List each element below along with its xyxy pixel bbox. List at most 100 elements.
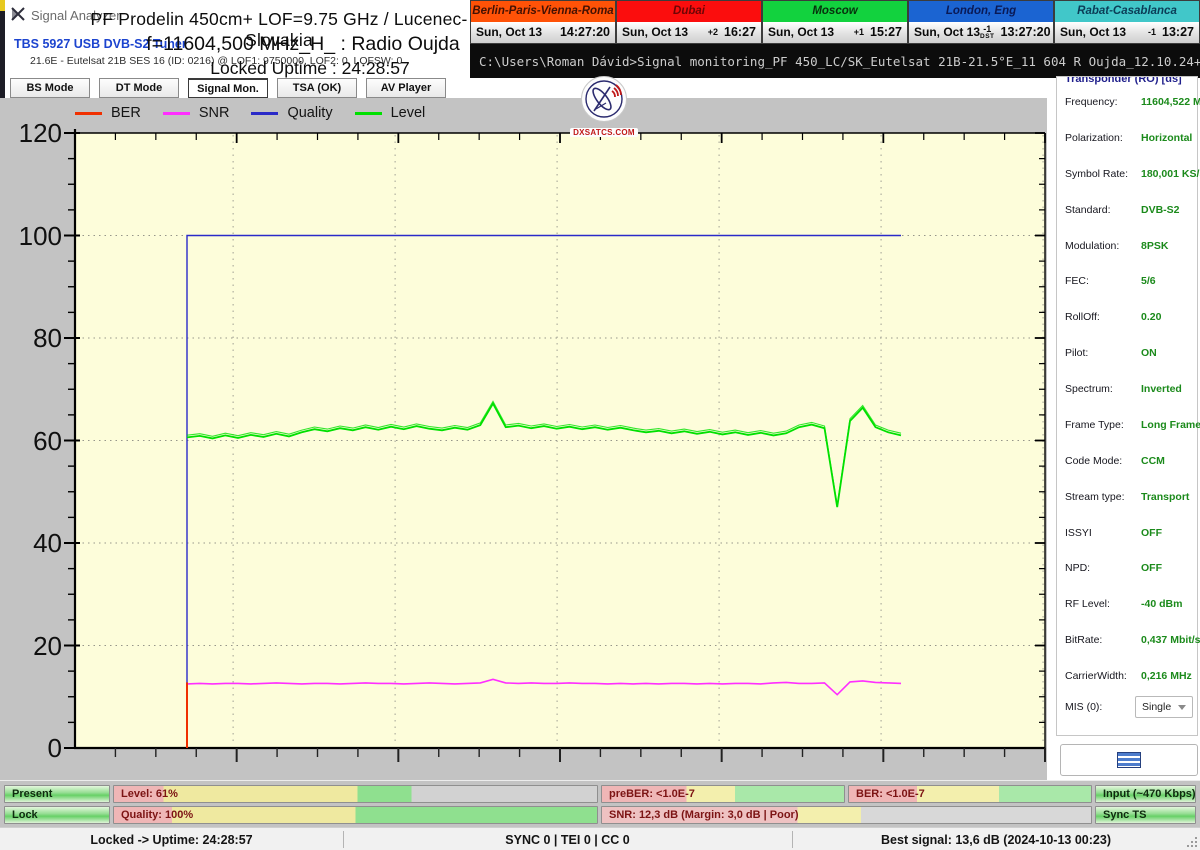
preber-bar: preBER: <1.0E-7: [601, 785, 845, 803]
tab-button[interactable]: TSA (OK): [277, 78, 357, 98]
chart-surface: BER SNR Quality Level 120100806040200: [0, 98, 1047, 780]
clock-time-row: Sun, Oct 13 -1 13:27: [1055, 22, 1199, 43]
clock-panel: Dubai Sun, Oct 13 +2 16:27: [616, 0, 762, 44]
status-divider: [343, 831, 344, 848]
transponder-row-label: RollOff:: [1065, 311, 1141, 323]
clock-time-row: Sun, Oct 13 +2 16:27: [617, 22, 761, 43]
clock-time: 13:27: [1162, 25, 1194, 39]
transponder-row-label: Modulation:: [1065, 240, 1141, 252]
transponder-row: Stream type: Transport: [1065, 491, 1193, 503]
clock-time-row: Sun, Oct 13 -1DST 13:27:20: [909, 22, 1053, 43]
transponder-row: Symbol Rate: 180,001 KS/s: [1065, 168, 1193, 180]
signal-analyzer-window: Signal Analyzer PF Prodelin 450cm+ LOF=9…: [0, 0, 1200, 850]
y-axis-label: 0: [2, 733, 62, 763]
transponder-row-label: Polarization:: [1065, 132, 1141, 144]
transponder-row: Frequency: 11604,522 MHz: [1065, 96, 1193, 108]
clock-city-label: Moscow: [763, 1, 907, 22]
status-bar: Locked -> Uptime: 24:28:57 SYNC 0 | TEI …: [0, 827, 1200, 850]
clock-date: Sun, Oct 13: [768, 25, 834, 39]
transponder-row: RollOff: 0.20: [1065, 311, 1193, 323]
legend-item: Level: [355, 105, 426, 121]
clock-panel: London, Eng Sun, Oct 13 -1DST 13:27:20: [908, 0, 1054, 44]
transponder-row-label: BitRate:: [1065, 634, 1141, 646]
transponder-row-value: Inverted: [1141, 383, 1193, 395]
transponder-row-label: CarrierWidth:: [1065, 670, 1141, 682]
transponder-row-value: ON: [1141, 347, 1193, 359]
resize-grip[interactable]: [1187, 837, 1197, 847]
lock-badge: Lock: [4, 806, 110, 824]
dxsatcs-logo-icon: [581, 76, 627, 122]
present-badge: Present: [4, 785, 110, 803]
transponder-panel-title: Transponder (RO) [ds]: [1065, 77, 1197, 88]
transponder-row-value: 0,437 Mbit/s: [1141, 634, 1200, 646]
clock-time-row: Sun, Oct 13 14:27:20: [471, 22, 615, 43]
transponder-row-label: Code Mode:: [1065, 455, 1141, 467]
y-axis-label: 60: [2, 426, 62, 456]
transponder-row-value: 8PSK: [1141, 240, 1193, 252]
transponder-row-value: DVB-S2: [1141, 204, 1193, 216]
mis-dropdown-value: Single: [1142, 701, 1171, 713]
signal-chart: [0, 98, 1047, 780]
legend-color-swatch: [251, 112, 278, 115]
transponder-row-label: FEC:: [1065, 275, 1141, 287]
transponder-row-value: Transport: [1141, 491, 1193, 503]
transponder-row: Modulation: 8PSK: [1065, 240, 1193, 252]
clock-utc-offset: +2: [708, 28, 718, 37]
status-uptime: Locked -> Uptime: 24:28:57: [0, 828, 343, 850]
mis-label: MIS (0):: [1065, 701, 1135, 713]
clock-city-label: Dubai: [617, 1, 761, 22]
transport-list-button[interactable]: [1060, 744, 1198, 776]
transponder-row-value: OFF: [1141, 562, 1193, 574]
mis-dropdown[interactable]: Single: [1135, 696, 1193, 718]
transponder-row-label: ISSYI: [1065, 527, 1141, 539]
transponder-row-value: CCM: [1141, 455, 1193, 467]
legend-item: Quality: [251, 105, 332, 121]
legend-label: SNR: [199, 105, 230, 121]
transponder-row-value: 180,001 KS/s: [1141, 168, 1200, 180]
clock-utc-offset: +1: [854, 28, 864, 37]
transponder-row: Frame Type: Long Frame: [1065, 419, 1193, 431]
ber-bar: BER: <1.0E-7: [848, 785, 1092, 803]
tab-button[interactable]: AV Player: [366, 78, 446, 98]
transponder-row-value: 0,216 MHz: [1141, 670, 1193, 682]
y-axis-label: 120: [2, 118, 62, 148]
tab-button[interactable]: BS Mode: [10, 78, 90, 98]
clock-panel: Rabat-Casablanca Sun, Oct 13 -1 13:27: [1054, 0, 1200, 44]
clock-time: 15:27: [870, 25, 902, 39]
snr-bar: SNR: 12,3 dB (Margin: 3,0 dB | Poor): [601, 806, 1092, 824]
legend-item: SNR: [163, 105, 230, 121]
clock-time-row: Sun, Oct 13 +1 15:27: [763, 22, 907, 43]
world-clocks: Berlin-Paris-Vienna-Roma Sun, Oct 13 14:…: [470, 0, 1200, 44]
transponder-row-label: NPD:: [1065, 562, 1141, 574]
clock-time: 14:27:20: [560, 25, 610, 39]
transponder-row: CarrierWidth: 0,216 MHz: [1065, 670, 1193, 682]
transponder-row-value: -40 dBm: [1141, 598, 1193, 610]
transponder-row: RF Level: -40 dBm: [1065, 598, 1193, 610]
transponder-row-value: Horizontal: [1141, 132, 1193, 144]
transponder-row: Pilot: ON: [1065, 347, 1193, 359]
status-best-signal: Best signal: 13,6 dB (2024-10-13 00:23): [792, 828, 1200, 850]
legend-label: BER: [111, 105, 141, 121]
transponder-row-label: Frame Type:: [1065, 419, 1141, 431]
dxsatcs-logo: DXSATCS.COM: [560, 76, 648, 140]
transponder-row-label: RF Level:: [1065, 598, 1141, 610]
chart-legend: BER SNR Quality Level: [75, 105, 447, 121]
input-badge: Input (~470 Kbps): [1095, 785, 1196, 803]
status-sync-counts: SYNC 0 | TEI 0 | CC 0: [343, 828, 792, 850]
clock-city-label: Berlin-Paris-Vienna-Roma: [471, 1, 615, 22]
chevron-down-icon: [1178, 705, 1186, 710]
legend-color-swatch: [355, 112, 382, 115]
status-divider: [792, 831, 793, 848]
transponder-row-value: 11604,522 MHz: [1141, 96, 1200, 108]
clock-date: Sun, Oct 13: [476, 25, 542, 39]
tab-button[interactable]: Signal Mon.: [188, 78, 268, 98]
transponder-row: Standard: DVB-S2: [1065, 204, 1193, 216]
transponder-row-label: Frequency:: [1065, 96, 1141, 108]
transponder-row: Spectrum: Inverted: [1065, 383, 1193, 395]
clock-time: 16:27: [724, 25, 756, 39]
level-bar: Level: 61%: [113, 785, 598, 803]
clock-date: Sun, Oct 13: [622, 25, 688, 39]
app-icon: [10, 6, 26, 22]
tab-button[interactable]: DT Mode: [99, 78, 179, 98]
transponder-rows: Frequency: 11604,522 MHz Polarization: H…: [1057, 90, 1197, 682]
